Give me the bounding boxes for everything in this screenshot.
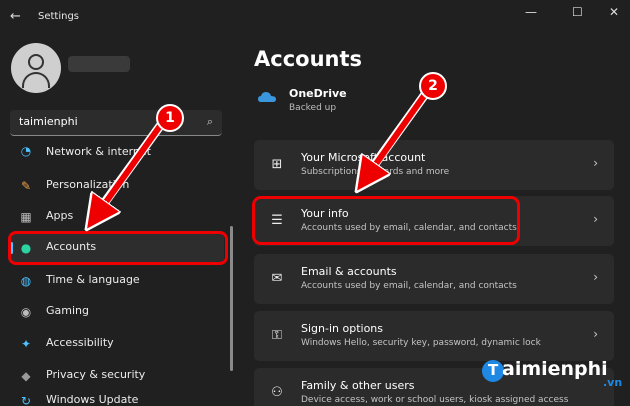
step-badge-2: 2 [419, 72, 447, 100]
arrow-2 [366, 91, 429, 178]
watermark: T aimienphi .vn [482, 358, 627, 402]
arrow-1 [96, 124, 163, 216]
annotation-arrows [0, 88, 431, 406]
step-badge-1: 1 [156, 104, 184, 132]
watermark-text: aimienphi [502, 358, 608, 380]
watermark-suffix: .vn [603, 376, 623, 389]
watermark-logo-icon: T [482, 360, 504, 382]
